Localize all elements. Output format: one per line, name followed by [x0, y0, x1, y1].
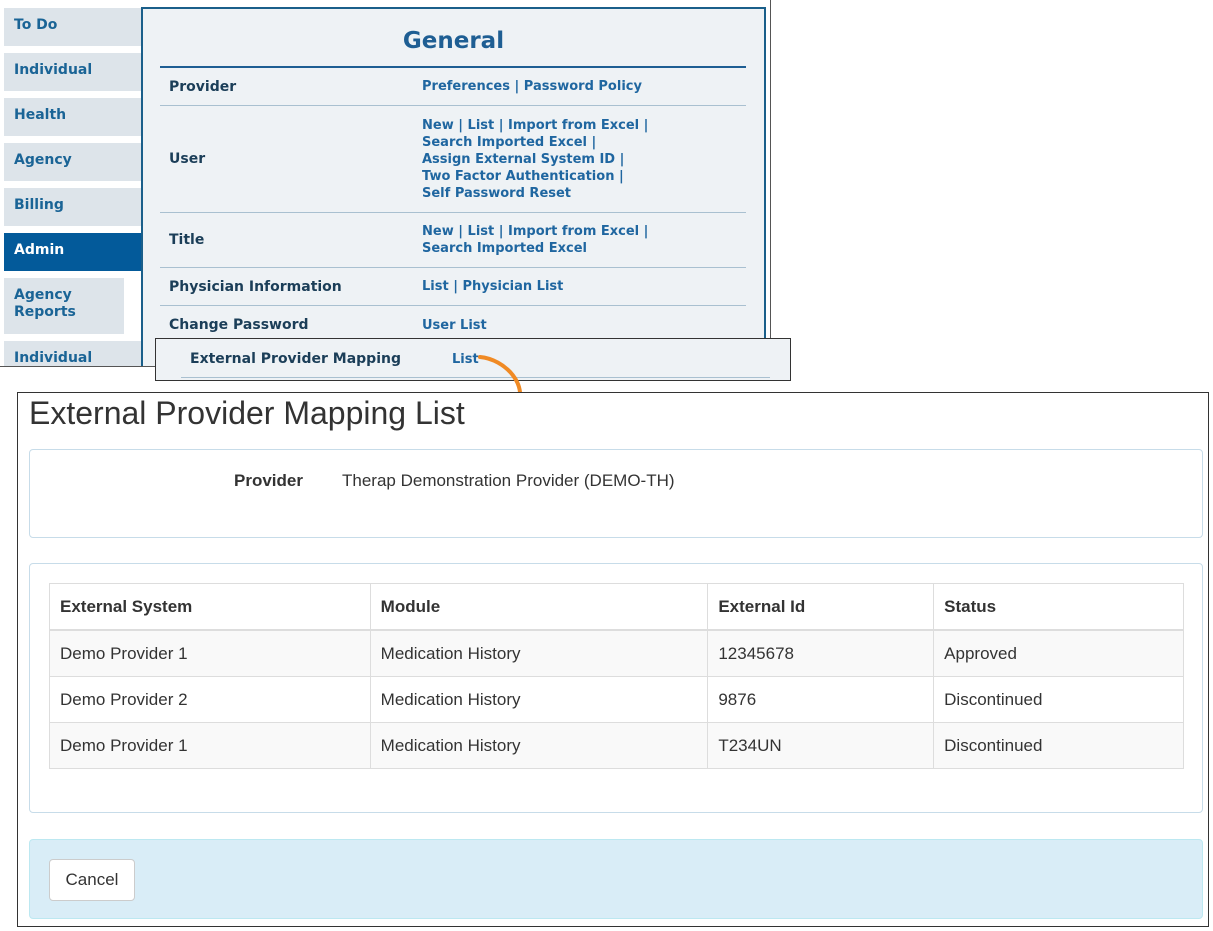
admin-link-list[interactable]: List [468, 224, 495, 239]
cell-status: Discontinued [933, 722, 1184, 769]
admin-link-search-imported-excel[interactable]: Search Imported Excel [422, 241, 587, 256]
cell-external-id: 9876 [707, 676, 935, 723]
table-header-row: External System Module External Id Statu… [49, 583, 1184, 631]
link-separator: | [643, 224, 649, 239]
table-row[interactable]: Demo Provider 2 Medication History 9876 … [49, 676, 1184, 723]
cell-external-system: Demo Provider 2 [49, 676, 371, 723]
table-row[interactable]: Demo Provider 1 Medication History 12345… [49, 629, 1184, 677]
general-box: General Provider Preferences | Password … [141, 7, 766, 366]
column-header-external-system: External System [49, 583, 371, 631]
nav-item-individual-reports[interactable]: Individual [4, 341, 141, 366]
general-row-physician-information: Physician Information List | Physician L… [160, 268, 746, 306]
column-header-external-id: External Id [707, 583, 935, 631]
admin-link-user-list[interactable]: User List [422, 318, 487, 333]
nav-item-health[interactable]: Health [4, 98, 141, 136]
row-label: User [169, 151, 206, 167]
nav-item-admin[interactable]: Admin [4, 233, 141, 271]
row-label: Change Password [169, 317, 309, 333]
row-label: Physician Information [169, 278, 342, 295]
mapping-table: External System Module External Id Statu… [49, 583, 1184, 769]
admin-link-self-password-reset[interactable]: Self Password Reset [422, 186, 571, 201]
provider-label: Provider [234, 471, 303, 490]
nav-item-individual[interactable]: Individual [4, 53, 141, 91]
link-separator: | [458, 224, 463, 239]
column-header-module: Module [369, 583, 709, 631]
general-row-title: Title New | List | Import from Excel | S… [160, 213, 746, 268]
nav-item-to-do[interactable]: To Do [4, 8, 141, 46]
link-separator: | [619, 151, 625, 167]
cell-module: Medication History [369, 629, 709, 677]
link-separator: | [514, 79, 520, 94]
admin-link-new[interactable]: New [422, 224, 454, 239]
cell-external-id: T234UN [707, 722, 935, 769]
row-links: User List [422, 317, 487, 334]
nav-item-agency[interactable]: Agency [4, 143, 141, 181]
admin-link-physician-list[interactable]: Physician List [463, 279, 564, 294]
mapping-list-page: External Provider Mapping List Provider … [17, 392, 1209, 927]
provider-panel: Provider Therap Demonstration Provider (… [29, 449, 1203, 538]
table-row[interactable]: Demo Provider 1 Medication History T234U… [49, 722, 1184, 769]
column-header-status: Status [933, 583, 1184, 631]
admin-link-import-from-excel[interactable]: Import from Excel [508, 118, 639, 133]
row-links: New | List | Import from Excel | Search … [422, 223, 667, 257]
cell-module: Medication History [369, 722, 709, 769]
table-panel: External System Module External Id Statu… [29, 563, 1203, 813]
row-links: Preferences | Password Policy [422, 78, 642, 95]
admin-link-list[interactable]: List [468, 118, 495, 133]
cell-module: Medication History [369, 676, 709, 723]
row-links: New | List | Import from Excel | Search … [422, 117, 667, 202]
cell-status: Approved [933, 629, 1184, 677]
admin-link-search-imported-excel[interactable]: Search Imported Excel [422, 135, 587, 150]
link-separator: | [498, 224, 504, 239]
side-nav: To Do Individual Health Agency Billing A… [4, 8, 141, 366]
link-separator: | [458, 117, 463, 133]
nav-item-agency-reports[interactable]: Agency Reports [4, 278, 124, 334]
general-title: General [402, 28, 505, 54]
admin-link-import-from-excel[interactable]: Import from Excel [508, 224, 639, 239]
link-separator: | [498, 117, 504, 133]
external-provider-mapping-label: External Provider Mapping [190, 351, 401, 367]
link-separator: | [618, 168, 624, 184]
link-separator: | [643, 117, 649, 133]
row-links: List | Physician List [422, 278, 563, 295]
admin-link-list[interactable]: List [422, 279, 449, 294]
provider-value: Therap Demonstration Provider (DEMO-TH) [342, 471, 675, 490]
page-title: External Provider Mapping List [29, 395, 465, 431]
general-row-provider: Provider Preferences | Password Policy [160, 68, 746, 106]
form-actions-panel: Cancel [29, 839, 1203, 919]
cell-external-system: Demo Provider 1 [49, 722, 371, 769]
link-separator: | [591, 134, 597, 150]
general-row-user: User New | List | Import from Excel | Se… [160, 106, 746, 213]
cancel-button[interactable]: Cancel [49, 859, 135, 901]
nav-item-billing[interactable]: Billing [4, 188, 141, 226]
cell-external-system: Demo Provider 1 [49, 629, 371, 677]
row-label: Provider [169, 78, 237, 95]
admin-link-preferences[interactable]: Preferences [422, 79, 510, 94]
admin-panel: To Do Individual Health Agency Billing A… [0, 0, 771, 367]
row-label: Title [169, 232, 205, 248]
admin-link-new[interactable]: New [422, 118, 454, 133]
admin-link-two-factor-authentication[interactable]: Two Factor Authentication [422, 169, 614, 184]
admin-link-assign-external-system-id[interactable]: Assign External System ID [422, 152, 615, 167]
cell-external-id: 12345678 [707, 629, 935, 677]
admin-link-password-policy[interactable]: Password Policy [524, 79, 642, 94]
link-separator: | [453, 279, 458, 294]
cell-status: Discontinued [933, 676, 1184, 723]
